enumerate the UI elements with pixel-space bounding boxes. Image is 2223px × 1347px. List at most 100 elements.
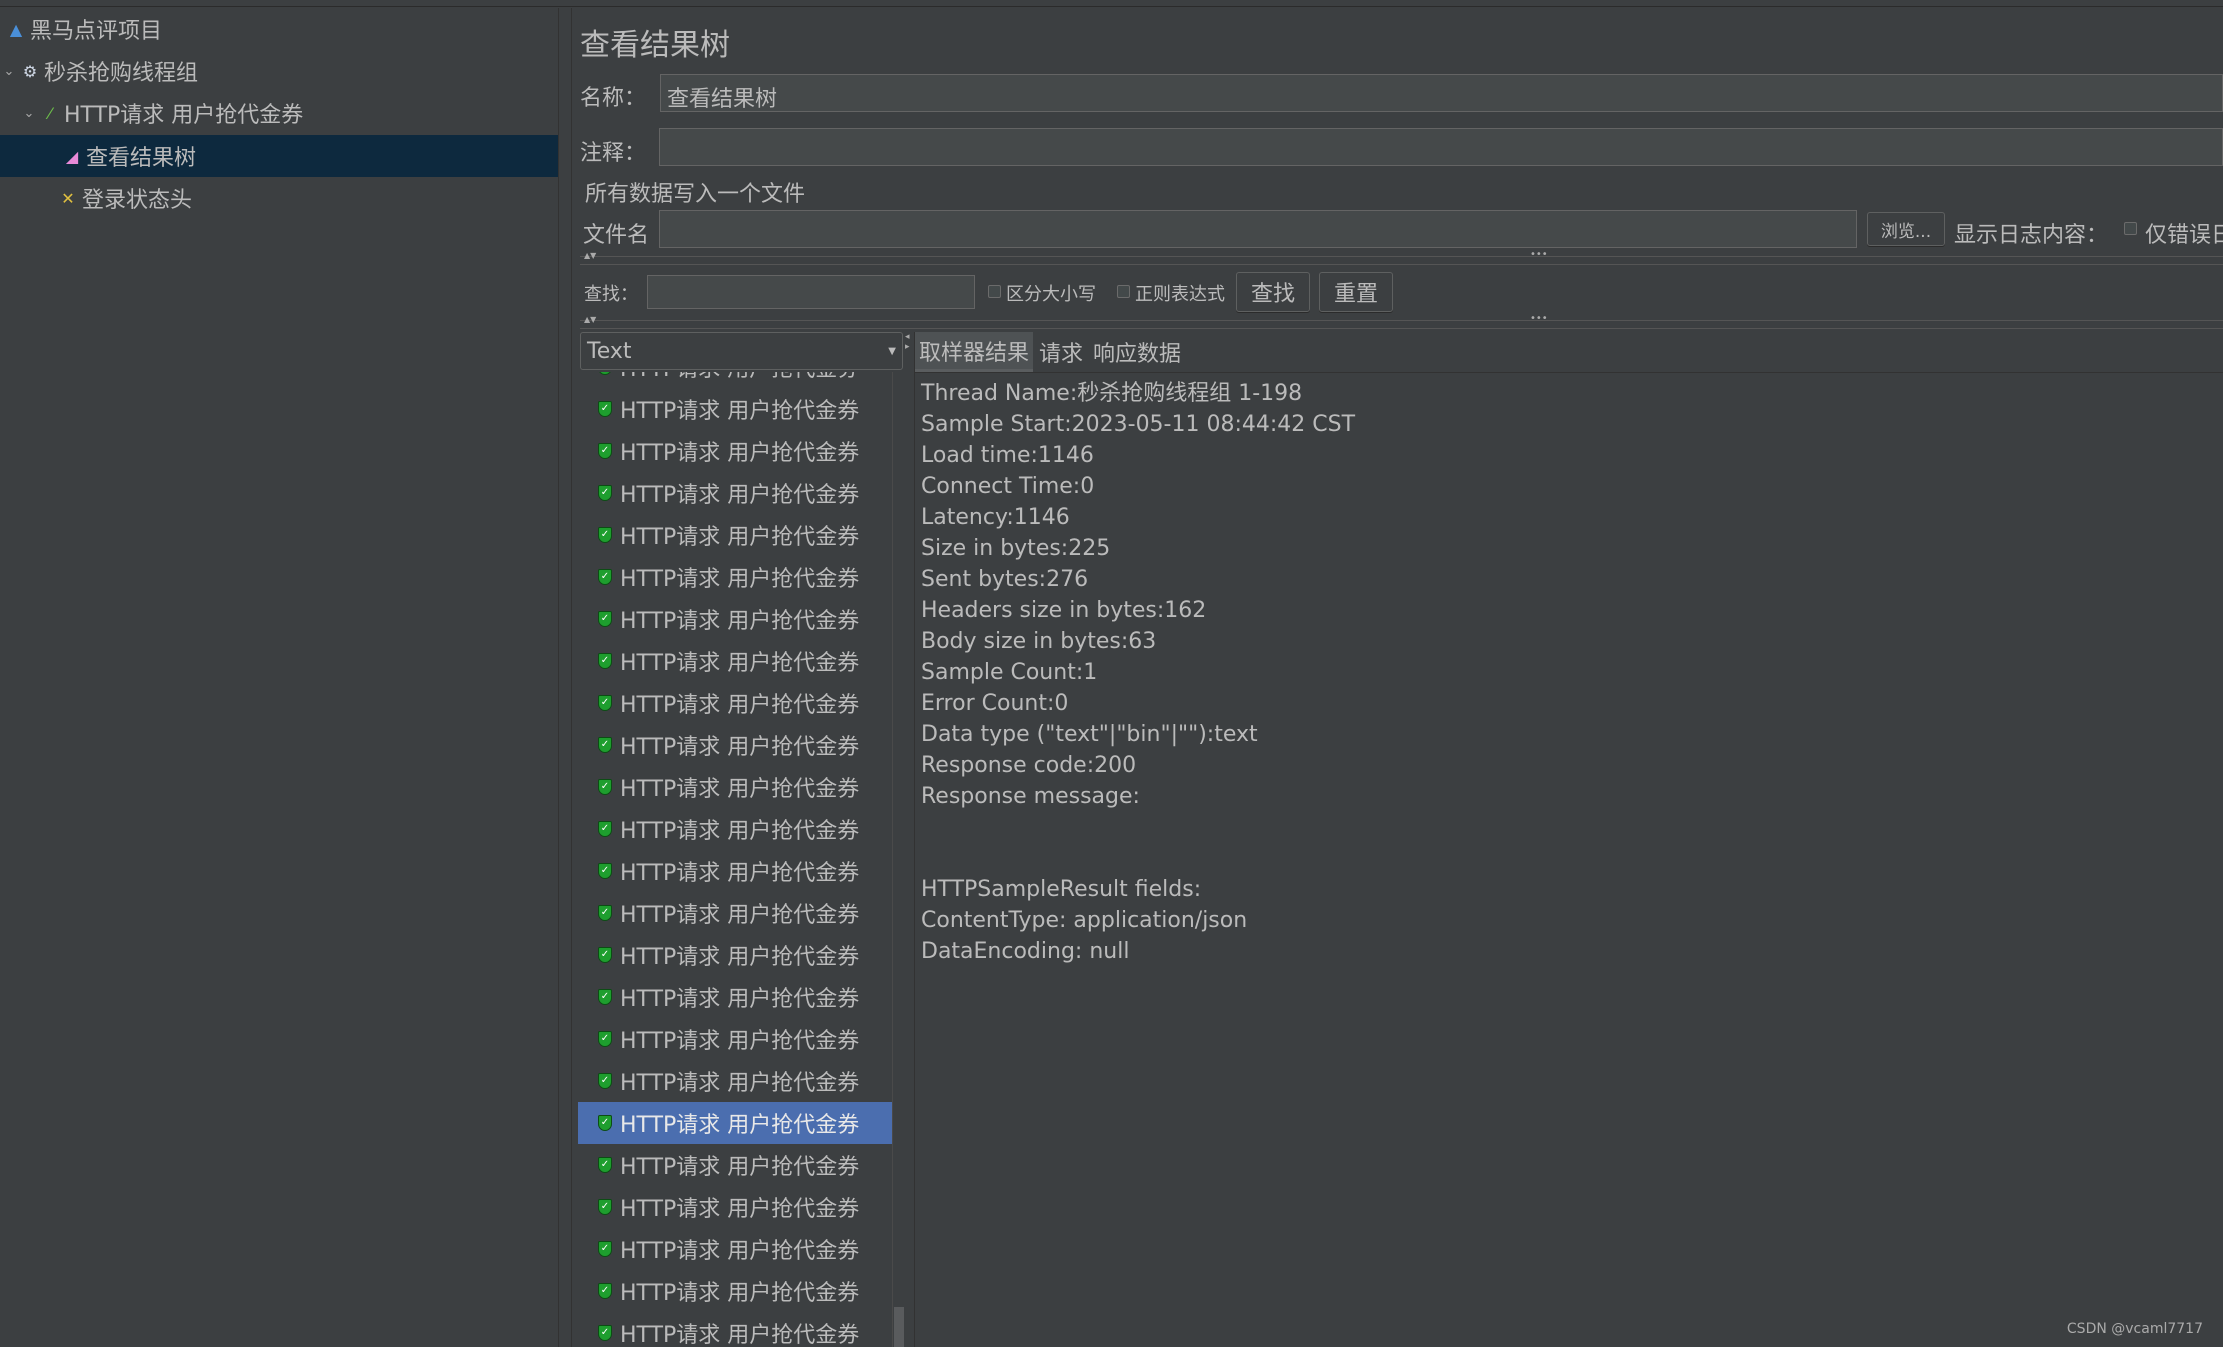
tree-item-thread-group[interactable]: ⌄ ⚙ 秒杀抢购线程组 — [0, 50, 558, 92]
result-item[interactable]: ✓ HTTP请求 用户抢代金券 — [578, 1186, 892, 1228]
dropdown-arrow-icon: ▼ — [888, 345, 896, 357]
result-item-label: HTTP请求 用户抢代金券 — [620, 987, 860, 1012]
find-button[interactable]: 查找 — [1236, 272, 1310, 312]
result-item[interactable]: ✓ HTTP请求 用户抢代金券 — [578, 1102, 892, 1144]
errors-only-checkbox[interactable] — [2124, 222, 2137, 235]
file-section-label: 所有数据写入一个文件 — [585, 182, 806, 207]
result-item-label: HTTP请求 用户抢代金券 — [620, 1323, 860, 1347]
result-item[interactable]: ✓ HTTP请求 用户抢代金券 — [578, 808, 892, 850]
tree-item-project[interactable]: ▲ 黑马点评项目 — [0, 8, 558, 50]
result-item-label: HTTP请求 用户抢代金券 — [620, 903, 860, 928]
detail-line: Response message: — [921, 784, 1140, 809]
success-shield-icon: ✓ — [598, 1283, 612, 1299]
tree-item-login-header[interactable]: ✕ 登录状态头 — [0, 177, 558, 219]
detail-line: Connect Time:0 — [921, 474, 1095, 499]
errors-only-label: 仅错误日 — [2145, 223, 2223, 248]
result-item-label: HTTP请求 用户抢代金券 — [620, 372, 859, 383]
result-item-label: HTTP请求 用户抢代金券 — [620, 1155, 860, 1180]
page-title: 查看结果树 — [580, 28, 730, 63]
result-item[interactable]: ✓ HTTP请求 用户抢代金券 — [578, 850, 892, 892]
success-shield-icon: ✓ — [598, 401, 612, 417]
tab-sampler-result[interactable]: 取样器结果 — [915, 332, 1034, 372]
result-item[interactable]: ✓ HTTP请求 用户抢代金券 — [578, 430, 892, 472]
detail-line: Headers size in bytes:162 — [921, 598, 1207, 623]
tree-item-label: 秒杀抢购线程组 — [44, 61, 199, 86]
tree-item-label: HTTP请求 用户抢代金券 — [64, 103, 304, 128]
result-item-label: HTTP请求 用户抢代金券 — [620, 651, 860, 676]
tree-item-http-request[interactable]: ⌄ ⁄ HTTP请求 用户抢代金券 — [0, 92, 558, 134]
result-item-label: HTTP请求 用户抢代金券 — [620, 1197, 860, 1222]
collapse-splitter[interactable]: ▲▼ ••• — [580, 313, 2223, 329]
result-item-label: HTTP请求 用户抢代金券 — [620, 483, 860, 508]
detail-line: Error Count:0 — [921, 691, 1069, 716]
detail-line: Size in bytes:225 — [921, 536, 1111, 561]
detail-line: Load time:1146 — [921, 443, 1094, 468]
success-shield-icon: ✓ — [598, 1031, 612, 1047]
collapse-splitter[interactable]: ▲▼ ••• — [580, 249, 2223, 265]
regex-checkbox[interactable] — [1117, 285, 1130, 298]
detail-line: ContentType: application/json — [921, 908, 1248, 933]
result-item[interactable]: ✓ HTTP请求 用户抢代金券 — [578, 1060, 892, 1102]
success-shield-icon: ✓ — [598, 611, 612, 627]
tab-request[interactable]: 请求 — [1033, 332, 1089, 372]
result-item[interactable]: ✓ HTTP请求 用户抢代金券 — [578, 1270, 892, 1312]
success-shield-icon: ✓ — [598, 695, 612, 711]
detail-line: Sent bytes:276 — [921, 567, 1089, 592]
tree-item-label: 登录状态头 — [82, 188, 193, 213]
case-sensitive-checkbox[interactable] — [988, 285, 1001, 298]
results-scrollbar[interactable] — [892, 372, 904, 1347]
search-input[interactable] — [647, 275, 975, 309]
detail-line: Latency:1146 — [921, 505, 1070, 530]
result-item[interactable]: ✓ HTTP请求 用户抢代金券 — [578, 1228, 892, 1270]
top-edge — [0, 0, 2223, 7]
reset-button[interactable]: 重置 — [1319, 272, 1393, 312]
chevron-down-icon[interactable]: ⌄ — [22, 106, 36, 121]
result-item-label: HTTP请求 用户抢代金券 — [620, 567, 860, 592]
filename-input[interactable] — [659, 210, 1857, 248]
result-item[interactable]: ✓ HTTP请求 用户抢代金券 — [578, 556, 892, 598]
browse-button[interactable]: 浏览... — [1867, 212, 1945, 246]
watermark: CSDN @vcaml7717 — [2066, 1321, 2203, 1337]
case-sensitive-label: 区分大小写 — [1006, 284, 1096, 305]
chart-icon: ◢ — [65, 146, 79, 166]
result-item[interactable]: ✓ HTTP请求 用户抢代金券 — [578, 766, 892, 808]
success-shield-icon: ✓ — [598, 1073, 612, 1089]
success-shield-icon: ✓ — [598, 372, 612, 375]
result-item[interactable]: ✓ HTTP请求 用户抢代金券 — [578, 892, 892, 934]
result-item[interactable]: ✓ HTTP请求 用户抢代金券 — [578, 388, 892, 430]
scrollbar-thumb[interactable] — [894, 1307, 904, 1347]
comment-input[interactable] — [659, 128, 2223, 166]
success-shield-icon: ✓ — [598, 1241, 612, 1257]
result-item[interactable]: ✓ HTTP请求 用户抢代金券 — [578, 472, 892, 514]
split-pane-divider[interactable] — [558, 8, 572, 1347]
result-item[interactable]: ✓ HTTP请求 用户抢代金券 — [578, 976, 892, 1018]
results-list[interactable]: ✓ HTTP请求 用户抢代金券 ✓ HTTP请求 用户抢代金券 ✓ HTTP请求 用户抢代… — [578, 372, 892, 1347]
result-item[interactable]: ✓ HTTP请求 用户抢代金券 — [578, 724, 892, 766]
renderer-select[interactable]: Text ▼ — [580, 332, 903, 370]
detail-line: Sample Start:2023-05-11 08:44:42 CST — [921, 412, 1356, 437]
result-item[interactable]: ✓ HTTP请求 用户抢代金券 — [578, 372, 892, 388]
success-shield-icon: ✓ — [598, 779, 612, 795]
log-content-label: 显示日志内容： — [1954, 223, 2109, 248]
success-shield-icon: ✓ — [598, 1115, 612, 1131]
result-item[interactable]: ✓ HTTP请求 用户抢代金券 — [578, 1144, 892, 1186]
test-plan-tree[interactable]: ▲ 黑马点评项目 ⌄ ⚙ 秒杀抢购线程组 ⌄ ⁄ HTTP请求 用户抢代金券 ◢… — [0, 8, 558, 1347]
success-shield-icon: ✓ — [598, 527, 612, 543]
list-detail-divider[interactable]: ◂ ▸ — [905, 332, 915, 1347]
tab-response-data[interactable]: 响应数据 — [1089, 332, 1185, 372]
result-item[interactable]: ✓ HTTP请求 用户抢代金券 — [578, 640, 892, 682]
result-item[interactable]: ✓ HTTP请求 用户抢代金券 — [578, 1018, 892, 1060]
chevron-down-icon[interactable]: ⌄ — [2, 64, 16, 79]
result-item[interactable]: ✓ HTTP请求 用户抢代金券 — [578, 1312, 892, 1347]
result-item[interactable]: ✓ HTTP请求 用户抢代金券 — [578, 514, 892, 556]
result-item-label: HTTP请求 用户抢代金券 — [620, 1071, 860, 1096]
result-item[interactable]: ✓ HTTP请求 用户抢代金券 — [578, 934, 892, 976]
detail-line: Body size in bytes:63 — [921, 629, 1157, 654]
success-shield-icon: ✓ — [598, 1157, 612, 1173]
result-item[interactable]: ✓ HTTP请求 用户抢代金券 — [578, 598, 892, 640]
result-item[interactable]: ✓ HTTP请求 用户抢代金券 — [578, 682, 892, 724]
sampler-result-text[interactable]: Thread Name:秒杀抢购线程组 1-198 Sample Start:20… — [921, 378, 2223, 967]
name-input[interactable]: 查看结果树 — [660, 74, 2223, 112]
flask-icon: ▲ — [9, 19, 23, 39]
tree-item-view-results-tree[interactable]: ◢ 查看结果树 — [0, 135, 558, 177]
